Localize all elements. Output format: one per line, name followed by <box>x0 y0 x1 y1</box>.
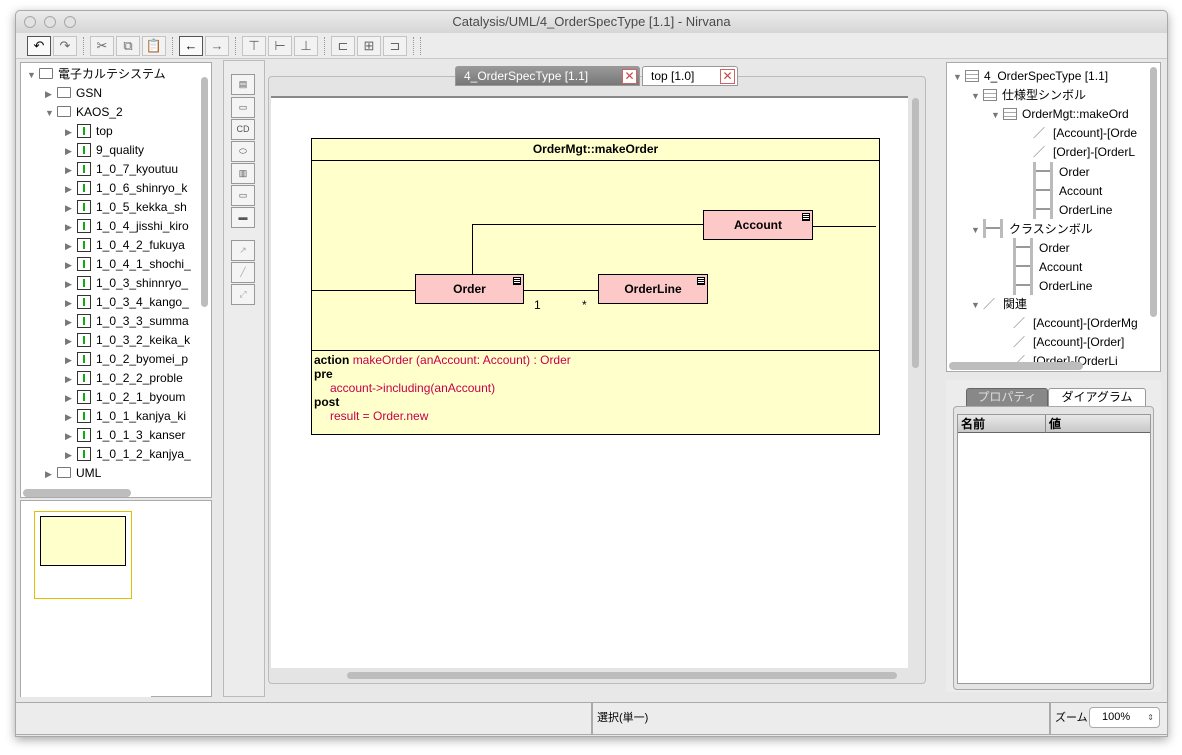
zoom-label: ズーム <box>1055 712 1088 724</box>
column-header-name[interactable]: 名前 <box>958 415 1046 433</box>
tree-item-spec-symbols[interactable]: ▼ 仕様型シンボル <box>971 86 1086 105</box>
tree-item-assoc[interactable]: ／ [Account]-[Orde <box>1033 124 1137 143</box>
column-header-value[interactable]: 値 <box>1046 415 1150 433</box>
class-orderline[interactable]: OrderLine <box>598 274 708 304</box>
tree-item-class[interactable]: Order <box>1013 238 1070 257</box>
multiplicity-label: * <box>582 298 587 312</box>
properties-table: 名前 値 <box>957 414 1151 684</box>
model-tree: ▼ 4_OrderSpecType [1.1] ▼ 仕様型シンボル ▼ OrderMg… <box>946 62 1161 372</box>
tree-item-class[interactable]: Account <box>1033 181 1102 200</box>
class-account[interactable]: Account <box>703 210 813 240</box>
tree-item-relation[interactable]: ／ [Account]-[OrderMg <box>1013 314 1138 333</box>
zoom-select[interactable]: 100% ⇕ <box>1089 707 1160 728</box>
tree-vertical-scrollbar[interactable] <box>1150 67 1157 317</box>
tree-item-spec[interactable]: ▼ OrderMgt::makeOrd <box>991 105 1129 124</box>
tab-properties[interactable]: プロパティ <box>966 388 1048 407</box>
tab-diagram[interactable]: ダイアグラム <box>1048 388 1146 407</box>
status-mode: 選択(単一) <box>592 702 1050 735</box>
tree-item-class[interactable]: Account <box>1013 257 1082 276</box>
tree-item-class[interactable]: OrderLine <box>1033 200 1112 219</box>
class-order[interactable]: Order <box>415 274 524 304</box>
stepper-icon: ⇕ <box>1147 713 1154 722</box>
association-line <box>472 224 703 274</box>
tree-item-class[interactable]: Order <box>1033 162 1090 181</box>
tree-horizontal-scrollbar[interactable] <box>949 362 1083 370</box>
tree-item-relation[interactable]: ／ [Account]-[Order] <box>1013 333 1124 352</box>
tree-item-class-symbols[interactable]: ▼ クラスシンボル <box>971 219 1093 238</box>
properties-panel: プロパティ ダイアグラム 名前 値 <box>946 380 1161 692</box>
tree-item-relations[interactable]: ▼ ／関連 <box>971 295 1027 314</box>
tree-item-assoc[interactable]: ／ [Order]-[OrderL <box>1033 143 1135 162</box>
tree-item-class[interactable]: OrderLine <box>1013 276 1092 295</box>
status-left <box>15 702 592 735</box>
tree-item-root[interactable]: ▼ 4_OrderSpecType [1.1] <box>953 67 1108 86</box>
multiplicity-label: 1 <box>534 298 541 312</box>
